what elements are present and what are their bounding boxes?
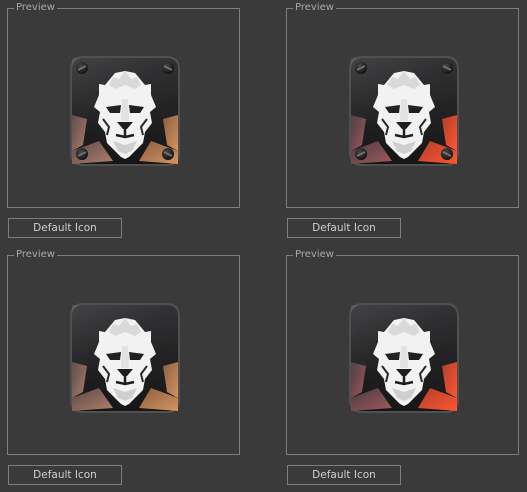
lion-app-icon [348, 302, 460, 414]
preview-legend: Preview [14, 249, 57, 261]
default-icon-button[interactable]: Default Icon [287, 218, 401, 238]
preview-legend: Preview [14, 2, 57, 14]
lion-app-icon-with-screws [69, 55, 181, 167]
default-icon-button[interactable]: Default Icon [8, 465, 122, 485]
default-icon-button[interactable]: Default Icon [287, 465, 401, 485]
preview-frame: Preview [7, 249, 240, 455]
default-icon-button[interactable]: Default Icon [8, 218, 122, 238]
preview-frame: Preview [286, 249, 519, 455]
lion-app-icon-with-screws [348, 55, 460, 167]
preview-frame: Preview [286, 2, 519, 208]
lion-app-icon [69, 302, 181, 414]
preview-legend: Preview [293, 249, 336, 261]
preview-frame: Preview [7, 2, 240, 208]
preview-legend: Preview [293, 2, 336, 14]
